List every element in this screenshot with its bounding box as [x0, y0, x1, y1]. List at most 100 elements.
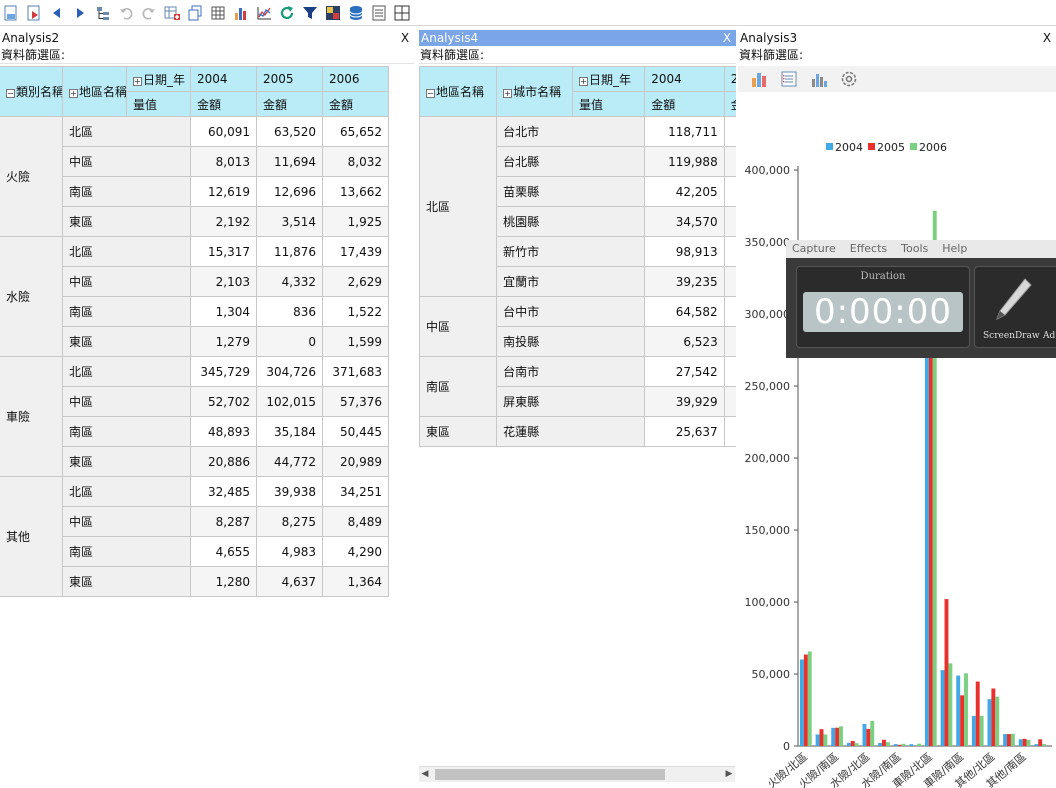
row-label[interactable]: 宜蘭市 [496, 266, 646, 297]
scroll-left-icon[interactable]: ◀ [419, 769, 431, 779]
row-label[interactable]: 中區 [62, 266, 191, 297]
scrollbar-thumb[interactable] [435, 769, 665, 780]
row-label[interactable]: 台南市 [496, 356, 646, 387]
tree-button[interactable] [94, 4, 112, 22]
analysis2-filter-area[interactable]: 資料篩選區: [0, 46, 414, 64]
chart-type-icon[interactable] [750, 70, 768, 88]
grid-button[interactable] [209, 4, 227, 22]
header-amount[interactable]: 金額 [322, 91, 389, 117]
add-table-button[interactable] [163, 4, 181, 22]
capture-menu-capture[interactable]: Capture [792, 242, 836, 255]
analysis3-filter-area[interactable]: 資料篩選區: [738, 46, 1056, 64]
group-label[interactable]: 水險 [0, 236, 63, 357]
row-label[interactable]: 南區 [62, 416, 191, 447]
redo-button[interactable] [140, 4, 158, 22]
analysis4-filter-area[interactable]: 資料篩選區: [419, 46, 736, 64]
header-amount[interactable]: 金額 [190, 91, 257, 117]
expand-icon[interactable]: + [69, 89, 78, 98]
row-label[interactable]: 新竹市 [496, 236, 646, 267]
value-cell: 2,629 [322, 266, 389, 297]
database-button[interactable] [347, 4, 365, 22]
row-label[interactable]: 東區 [62, 566, 191, 597]
header-year-2004[interactable]: 2004 [190, 66, 257, 92]
row-label[interactable]: 苗栗縣 [496, 176, 646, 207]
row-label[interactable]: 南區 [62, 296, 191, 327]
table-button[interactable] [393, 4, 411, 22]
header-region[interactable]: + 地區名稱 [62, 66, 127, 117]
row-label[interactable]: 東區 [62, 446, 191, 477]
header-amount[interactable]: 金額 [256, 91, 323, 117]
row-label[interactable]: 中區 [62, 386, 191, 417]
header-year-2004[interactable]: 2004 [644, 66, 725, 92]
duration-timer: 0:00:00 [803, 292, 963, 332]
group-label[interactable]: 南區 [419, 356, 498, 417]
row-label[interactable]: 屏東縣 [496, 386, 646, 417]
screendraw-box[interactable]: ScreenDraw Ad [974, 266, 1056, 348]
row-label[interactable]: 中區 [62, 146, 191, 177]
scroll-right-icon[interactable]: ▶ [723, 769, 735, 779]
group-label[interactable]: 火險 [0, 116, 63, 237]
group-label[interactable]: 其他 [0, 476, 63, 597]
header-city[interactable]: + 城市名稱 [496, 66, 573, 117]
row-label[interactable]: 東區 [62, 206, 191, 237]
analysis4-close-button[interactable]: X [722, 30, 732, 46]
analysis3-close-button[interactable]: X [1042, 30, 1052, 46]
row-label[interactable]: 南區 [62, 176, 191, 207]
row-label[interactable]: 台北縣 [496, 146, 646, 177]
expand-icon[interactable]: + [503, 89, 513, 98]
header-year-2005[interactable]: 2005 [723, 66, 736, 92]
row-label[interactable]: 北區 [62, 116, 191, 147]
analysis4-horizontal-scrollbar[interactable]: ◀ ▶ [419, 766, 735, 782]
row-label[interactable]: 桃園縣 [496, 206, 646, 237]
header-category[interactable]: − 類別名稱 [0, 66, 63, 117]
value-cell: 65,652 [322, 116, 389, 147]
collapse-icon[interactable]: − [6, 89, 15, 98]
back-button[interactable] [48, 4, 66, 22]
row-label[interactable]: 台北市 [496, 116, 646, 147]
analysis2-close-button[interactable]: X [400, 30, 410, 46]
header-year-2005[interactable]: 2005 [256, 66, 323, 92]
bar-2005 [897, 744, 902, 746]
row-label[interactable]: 北區 [62, 356, 191, 387]
group-label[interactable]: 北區 [419, 116, 498, 297]
header-region[interactable]: − 地區名稱 [419, 66, 498, 117]
refresh-button[interactable] [278, 4, 296, 22]
row-label[interactable]: 中區 [62, 506, 191, 537]
header-amount[interactable]: 金額 [723, 91, 736, 117]
group-label[interactable]: 中區 [419, 296, 498, 357]
undo-button[interactable] [117, 4, 135, 22]
row-label[interactable]: 南區 [62, 536, 191, 567]
row-label[interactable]: 北區 [62, 236, 191, 267]
header-date-year[interactable]: + 日期_年 [571, 66, 646, 92]
header-amount[interactable]: 金額 [644, 91, 725, 117]
forward-button[interactable] [71, 4, 89, 22]
capture-menu-help[interactable]: Help [942, 242, 967, 255]
row-label[interactable]: 南投縣 [496, 326, 646, 357]
list-button[interactable] [370, 4, 388, 22]
row-label[interactable]: 東區 [62, 326, 191, 357]
expand-icon[interactable]: + [133, 76, 142, 86]
group-label[interactable]: 東區 [419, 416, 498, 447]
row-label[interactable]: 花蓮縣 [496, 416, 646, 447]
row-label[interactable]: 台中市 [496, 296, 646, 327]
chart-series-icon[interactable] [810, 70, 828, 88]
filter-button[interactable] [301, 4, 319, 22]
group-label[interactable]: 車險 [0, 356, 63, 477]
header-measure[interactable]: 量值 [126, 91, 191, 117]
header-date-year[interactable]: + 日期_年 [126, 66, 191, 92]
chart-data-icon[interactable] [780, 70, 798, 88]
bar-chart-button[interactable] [232, 4, 250, 22]
capture-menu-tools[interactable]: Tools [901, 242, 928, 255]
swap-button[interactable] [324, 4, 342, 22]
chart-settings-icon[interactable] [840, 70, 858, 88]
export-button[interactable] [25, 4, 43, 22]
header-year-2006[interactable]: 2006 [322, 66, 389, 92]
new-report-button[interactable] [2, 4, 20, 22]
row-label[interactable]: 北區 [62, 476, 191, 507]
line-chart-button[interactable] [255, 4, 273, 22]
capture-menu-effects[interactable]: Effects [850, 242, 887, 255]
collapse-icon[interactable]: − [426, 89, 435, 98]
header-measure[interactable]: 量值 [571, 91, 646, 117]
expand-icon[interactable]: + [578, 76, 588, 86]
copy-button[interactable] [186, 4, 204, 22]
